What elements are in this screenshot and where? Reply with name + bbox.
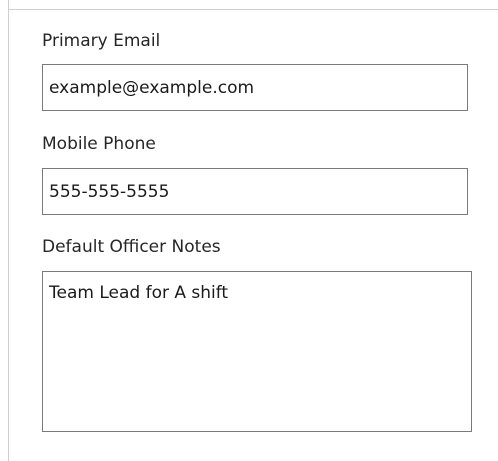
- default-officer-notes-textarea[interactable]: Team Lead for A shift: [42, 271, 472, 432]
- primary-email-field[interactable]: [42, 64, 468, 111]
- panel-top-border: [8, 9, 498, 10]
- panel-left-border: [8, 0, 9, 461]
- mobile-phone-field[interactable]: [42, 168, 468, 215]
- mobile-phone-label: Mobile Phone: [42, 134, 156, 154]
- officer-contact-panel: Primary Email Mobile Phone Default Offic…: [0, 0, 498, 461]
- primary-email-label: Primary Email: [42, 31, 161, 51]
- default-officer-notes-label: Default Officer Notes: [42, 237, 221, 257]
